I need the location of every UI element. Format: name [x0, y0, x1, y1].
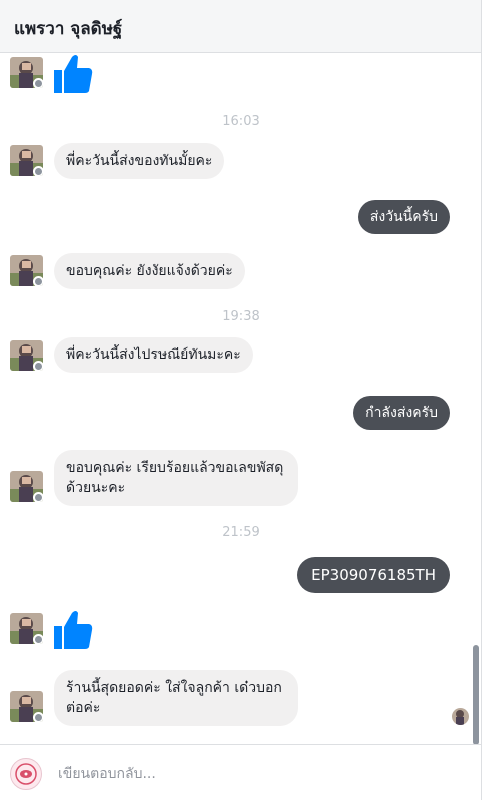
contact-avatar[interactable]: [10, 340, 43, 371]
thumbs-up-icon: [54, 611, 93, 649]
messenger-dot-icon: [33, 361, 43, 371]
contact-avatar[interactable]: [10, 145, 43, 176]
contact-avatar[interactable]: [10, 613, 43, 644]
messenger-dot-icon: [33, 276, 43, 286]
incoming-message[interactable]: พี่คะวันนี้ส่งของทันมั้ยคะ: [54, 143, 225, 179]
messenger-dot-icon: [33, 492, 43, 502]
timestamp: 21:59: [222, 525, 260, 540]
outgoing-message[interactable]: กำลังส่งครับ: [353, 396, 450, 430]
message-list[interactable]: 16:03 พี่คะวันนี้ส่งของทันมั้ยคะ ส่งวันน…: [0, 53, 470, 743]
contact-avatar[interactable]: [10, 691, 43, 722]
my-avatar: [10, 758, 42, 790]
reply-input[interactable]: [56, 760, 440, 788]
incoming-message[interactable]: ขอบคุณค่ะ เรียบร้อยแล้วขอเลขพัสดุด้วยนะค…: [54, 450, 298, 506]
outgoing-message[interactable]: EP309076185TH: [297, 557, 450, 593]
timestamp: 19:38: [222, 309, 260, 324]
incoming-message[interactable]: ร้านนี้สุดยอดค่ะ ใส่ใจลูกค้า เด๋วบอกต่อค…: [54, 670, 298, 726]
thumbs-up-icon: [54, 55, 93, 93]
incoming-message[interactable]: พี่คะวันนี้ส่งไปรษณีย์ทันมะคะ: [54, 337, 253, 373]
chat-header: แพรวา จุลดิษฐ์: [0, 0, 481, 53]
incoming-message[interactable]: ขอบคุณค่ะ ยังงัยแจ้งด้วยค่ะ: [54, 253, 245, 289]
messenger-dot-icon: [33, 78, 43, 88]
contact-name[interactable]: แพรวา จุลดิษฐ์: [14, 15, 122, 42]
timestamp: 16:03: [222, 114, 260, 129]
contact-avatar[interactable]: [10, 255, 43, 286]
messenger-dot-icon: [33, 634, 43, 644]
contact-avatar[interactable]: [10, 57, 43, 88]
messenger-dot-icon: [33, 712, 43, 722]
seen-avatar-icon: [452, 708, 469, 725]
outgoing-message[interactable]: ส่งวันนี้ครับ: [357, 200, 450, 234]
messenger-dot-icon: [33, 166, 43, 176]
scrollbar[interactable]: [473, 645, 479, 745]
composer: [0, 744, 481, 801]
contact-avatar[interactable]: [10, 471, 43, 502]
